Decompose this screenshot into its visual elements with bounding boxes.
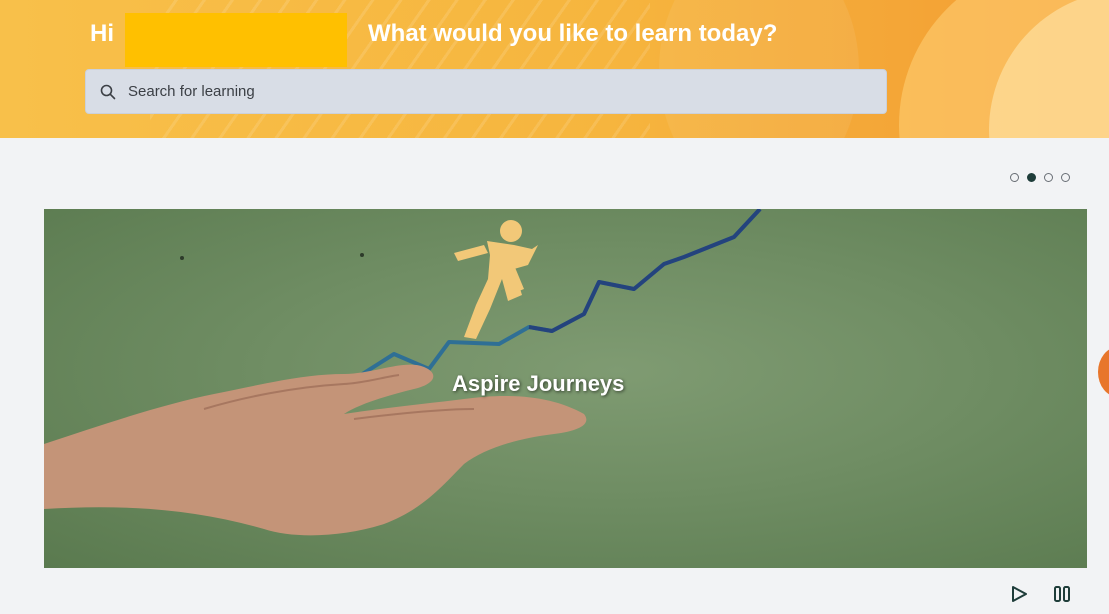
slide-title: Aspire Journeys xyxy=(452,371,625,396)
carousel-dot[interactable] xyxy=(1044,173,1053,182)
carousel-dot[interactable] xyxy=(1061,173,1070,182)
redacted-username xyxy=(125,13,347,67)
carousel-next-button[interactable] xyxy=(1098,347,1109,397)
pause-icon[interactable] xyxy=(1053,585,1071,603)
search-icon xyxy=(100,84,116,99)
search-bar[interactable] xyxy=(85,69,887,114)
carousel-indicators xyxy=(1010,173,1070,182)
greeting-hi: Hi xyxy=(90,20,114,47)
carousel-slide[interactable]: Aspire Journeys xyxy=(44,209,1087,568)
greeting-question: What would you like to learn today? xyxy=(368,20,778,47)
carousel-dot[interactable] xyxy=(1010,173,1019,182)
search-input[interactable] xyxy=(128,83,828,100)
carousel-dot-active[interactable] xyxy=(1027,173,1036,182)
play-icon[interactable] xyxy=(1010,585,1028,603)
runner-icon xyxy=(454,220,538,339)
